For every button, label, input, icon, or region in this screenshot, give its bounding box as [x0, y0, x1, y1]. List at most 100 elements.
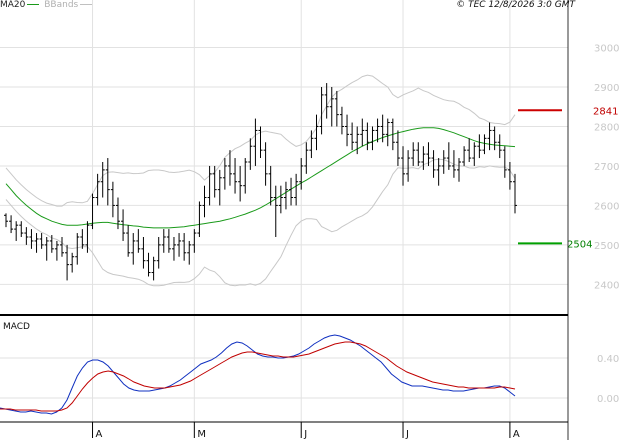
macd-panel [0, 334, 516, 415]
ohlc-bar [202, 185, 207, 218]
ohlc-bar [278, 185, 283, 214]
ohlc-bar [431, 150, 436, 178]
ohlc-bar [513, 173, 517, 214]
ohlc-bar [319, 87, 324, 135]
ohlc-bar [411, 142, 416, 166]
ohlc-bar [166, 229, 171, 253]
resistance-label: 2841 [593, 106, 618, 117]
ohlc-bar [324, 83, 329, 119]
chart-credit: © TEC 12/8/2026 3:0 GMT [456, 0, 575, 10]
price-tick-label: 2600 [594, 201, 619, 212]
ohlc-bar [345, 114, 350, 147]
ohlc-bar [171, 237, 176, 261]
legend-bbands-label: BBands [44, 0, 79, 10]
ohlc-bar [370, 126, 375, 151]
ohlc-candles [4, 83, 517, 281]
ohlc-bar [54, 240, 59, 261]
ohlc-bar [131, 233, 136, 265]
month-tick-label: A [96, 429, 103, 440]
ohlc-bar [4, 213, 8, 228]
ohlc-bar [268, 165, 273, 206]
ohlc-bar [477, 134, 482, 159]
ohlc-bar [339, 106, 344, 135]
ohlc-bar [29, 229, 34, 249]
ohlc-bar [24, 227, 29, 245]
ohlc-bar [457, 158, 462, 182]
ohlc-bar [502, 146, 507, 178]
ohlc-bar [334, 90, 339, 127]
ohlc-bar [65, 244, 70, 281]
ohlc-bar [100, 162, 105, 198]
ohlc-bar [161, 229, 166, 253]
ohlc-bar [70, 252, 75, 273]
macd-tick-label: 0.40 [597, 354, 619, 365]
ohlc-bar [182, 233, 187, 261]
ohlc-bar [289, 177, 294, 206]
ohlc-bar [141, 237, 146, 269]
ohlc-bar [44, 237, 49, 261]
ohlc-bar [441, 150, 446, 174]
legend-bbands-swatch [80, 4, 93, 5]
ohlc-bar [360, 118, 365, 147]
ohlc-bar [253, 118, 258, 166]
ohlc-bar [395, 130, 400, 166]
ohlc-bar [136, 229, 141, 253]
ohlc-bar [95, 173, 100, 206]
ohlc-bar [482, 134, 487, 155]
macd-title: MACD [3, 322, 30, 332]
ohlc-bar [329, 87, 334, 127]
ohlc-bar [192, 229, 197, 253]
legend: MA20 BBands [0, 0, 94, 11]
month-tick-label: J [405, 429, 409, 440]
ohlc-bar [207, 165, 212, 206]
legend-ma20-swatch [27, 4, 40, 5]
ohlc-bar [156, 237, 161, 269]
ohlc-bar [462, 146, 467, 166]
ohlc-bar [263, 142, 268, 186]
price-tick-label: 2900 [594, 83, 619, 94]
price-tick-label: 2800 [594, 122, 619, 133]
price-tick-label: 2700 [594, 162, 619, 173]
ohlc-bar [304, 142, 309, 174]
ohlc-bar [436, 158, 441, 186]
legend-ma20-label: MA20 [0, 0, 26, 10]
ohlc-bar [258, 126, 263, 159]
ohlc-bar [110, 181, 115, 218]
chart-canvas: 2841 2504 2400 2500 2600 2700 2800 2900 3000 0.0… [0, 0, 619, 440]
ohlc-bar [299, 158, 304, 190]
price-tick-label: 2400 [594, 280, 619, 291]
ohlc-bar [34, 233, 39, 253]
ohlc-bar [19, 221, 24, 237]
ohlc-bar [14, 221, 19, 241]
ohlc-bar [227, 150, 232, 186]
ohlc-bar [497, 134, 502, 159]
ohlc-bar [75, 233, 80, 265]
ohlc-bar [294, 173, 299, 206]
support-label: 2504 [567, 239, 592, 250]
month-tick-label: J [303, 429, 307, 440]
ohlc-bar [314, 114, 319, 151]
ohlc-bar [238, 165, 243, 202]
ohlc-bar [146, 252, 151, 277]
ohlc-bar [472, 142, 477, 166]
ohlc-bar [151, 256, 156, 281]
ohlc-bar [105, 158, 110, 206]
ohlc-bar [197, 201, 202, 237]
ohlc-bar [126, 225, 131, 257]
ohlc-bar [233, 158, 238, 194]
ohlc-bar [222, 158, 227, 190]
ohlc-bar [467, 138, 472, 162]
ohlc-bar [248, 138, 253, 170]
ohlc-bar [80, 229, 85, 249]
ohlc-bar [217, 169, 222, 206]
ohlc-bar [9, 215, 14, 234]
macd-line [0, 334, 516, 415]
ohlc-bar [492, 126, 497, 151]
ohlc-bar [59, 237, 64, 257]
month-tick-label: A [513, 429, 520, 440]
price-tick-label: 2500 [594, 241, 619, 252]
ohlc-bar [273, 185, 278, 237]
ohlc-bar [309, 130, 314, 159]
grid [0, 0, 568, 422]
month-tick-label: M [197, 429, 206, 440]
